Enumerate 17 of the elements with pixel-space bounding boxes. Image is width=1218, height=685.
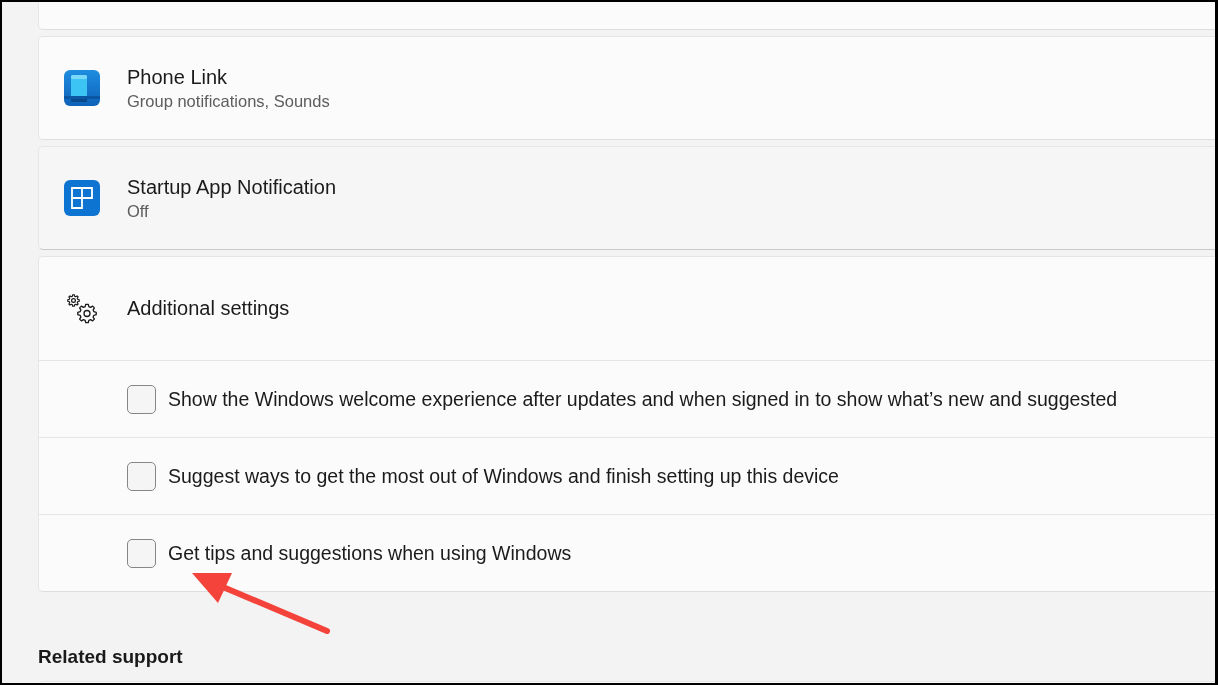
checkbox-label: Suggest ways to get the most out of Windows and finish setting up this device	[168, 464, 839, 488]
app-status-text: Off	[127, 200, 150, 222]
app-name: Phone Link	[127, 64, 229, 90]
checkbox[interactable]	[127, 538, 156, 568]
app-name: Startup App Notification	[127, 174, 336, 200]
checkbox[interactable]	[127, 384, 156, 414]
checkbox-label: Get tips and suggestions when using Windows	[168, 541, 572, 565]
checkbox-label: Show the Windows welcome experience after updates and when signed in to show what’s new and suggested	[168, 387, 1118, 411]
checkbox[interactable]	[127, 461, 156, 491]
section-heading: Related support	[38, 645, 183, 669]
gears-icon	[67, 293, 97, 324]
app-card[interactable]: Startup App Notification Off	[38, 146, 1215, 250]
app-card[interactable]: Phone Link Group notifications, Sounds	[38, 36, 1215, 140]
expander-title: Additional settings	[127, 296, 290, 321]
app-status-text: Group notifications, Sounds	[127, 90, 330, 112]
phone-icon	[64, 70, 100, 106]
grid-icon	[64, 180, 100, 216]
